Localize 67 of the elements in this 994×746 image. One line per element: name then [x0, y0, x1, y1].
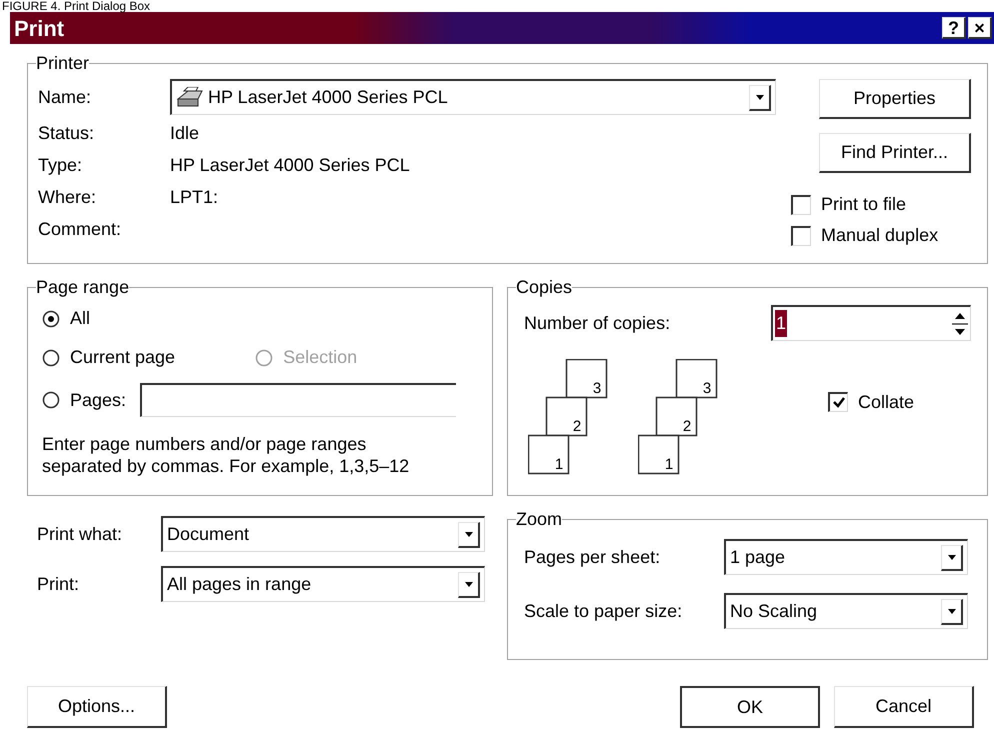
- ok-button[interactable]: OK: [680, 686, 820, 728]
- dropdown-field[interactable]: All pages in range: [161, 566, 485, 602]
- copies-spinner[interactable]: 1: [771, 305, 971, 341]
- field-label: Pages per sheet:: [524, 546, 662, 569]
- dropdown-button[interactable]: [458, 522, 480, 548]
- field-label: Print:: [37, 572, 80, 596]
- close-button[interactable]: ×: [968, 17, 992, 39]
- dropdown-value: HP LaserJet 4000 Series PCL: [208, 86, 448, 109]
- info-value: Idle: [170, 122, 200, 144]
- checkbox-label: Print to file: [821, 193, 906, 216]
- spinner-value: 1: [775, 310, 788, 337]
- dropdown-value: 1 page: [730, 546, 786, 569]
- options-button[interactable]: Options...: [27, 686, 167, 728]
- caret-down-icon: [464, 582, 472, 586]
- window-title: Print: [14, 14, 64, 42]
- check-icon: [832, 397, 844, 408]
- dropdown-value: No Scaling: [730, 600, 818, 623]
- info-label: Status:: [38, 122, 96, 144]
- page-stack-drawing: 3 2 1: [528, 359, 618, 475]
- dropdown-button[interactable]: [941, 544, 963, 570]
- dropdown-field[interactable]: HP LaserJet 4000 Series PCL: [170, 79, 776, 115]
- info-value: LPT1:: [170, 186, 218, 208]
- checkbox[interactable]: [791, 194, 811, 214]
- printer-icon: [176, 86, 204, 108]
- dropdown-button[interactable]: [458, 572, 480, 598]
- radio-label: Pages:: [70, 388, 126, 412]
- page-stack-drawing: 3 2 1: [638, 359, 728, 475]
- field-label: Print what:: [37, 522, 124, 546]
- checkbox[interactable]: [791, 226, 811, 246]
- dropdown-field[interactable]: Document: [161, 516, 485, 552]
- radio-button[interactable]: [42, 391, 60, 409]
- radio-label: All: [70, 307, 90, 330]
- info-label: Type:: [38, 154, 84, 177]
- dropdown-field[interactable]: No Scaling: [724, 593, 968, 629]
- checkbox-label: Collate: [858, 390, 914, 414]
- dropdown-value: Document: [167, 523, 250, 546]
- radio-button[interactable]: [42, 348, 60, 366]
- caption: FIGURE 4. Print Dialog Box: [1, 0, 152, 12]
- info-label: Comment:: [38, 218, 122, 240]
- group-title: Page range: [36, 276, 130, 299]
- checkbox-label: Manual duplex: [821, 224, 938, 247]
- checkbox[interactable]: [828, 392, 848, 412]
- find-printer-button[interactable]: Find Printer...: [819, 133, 971, 173]
- help-button[interactable]: ?: [942, 17, 966, 39]
- hint-text: Enter page numbers and/or page ranges separated by commas. For example, 1,3,5–12: [42, 433, 410, 477]
- dropdown-field[interactable]: 1 page: [724, 539, 968, 575]
- radio-label: Selection: [283, 346, 358, 369]
- cancel-button[interactable]: Cancel: [834, 686, 974, 728]
- field-label: Number of copies:: [524, 312, 670, 335]
- radio-button[interactable]: [42, 310, 60, 328]
- caret-down-icon: [756, 94, 764, 100]
- field-label: Name:: [38, 86, 92, 108]
- group-title: Zoom: [516, 508, 562, 531]
- group-title: Printer: [36, 52, 90, 75]
- pages-input[interactable]: [140, 383, 456, 417]
- properties-button[interactable]: Properties: [819, 79, 971, 119]
- dropdown-button[interactable]: [749, 84, 771, 110]
- dropdown-value: All pages in range: [167, 573, 312, 596]
- dropdown-button[interactable]: [941, 598, 963, 624]
- info-value: HP LaserJet 4000 Series PCL: [170, 154, 410, 176]
- caret-down-icon: [948, 554, 956, 560]
- radio-label: Current page: [70, 346, 176, 369]
- info-label: Where:: [38, 186, 98, 208]
- caret-down-icon: [464, 532, 472, 536]
- group-title: Copies: [516, 276, 572, 299]
- field-label: Scale to paper size:: [524, 600, 684, 623]
- caret-down-icon: [948, 608, 956, 614]
